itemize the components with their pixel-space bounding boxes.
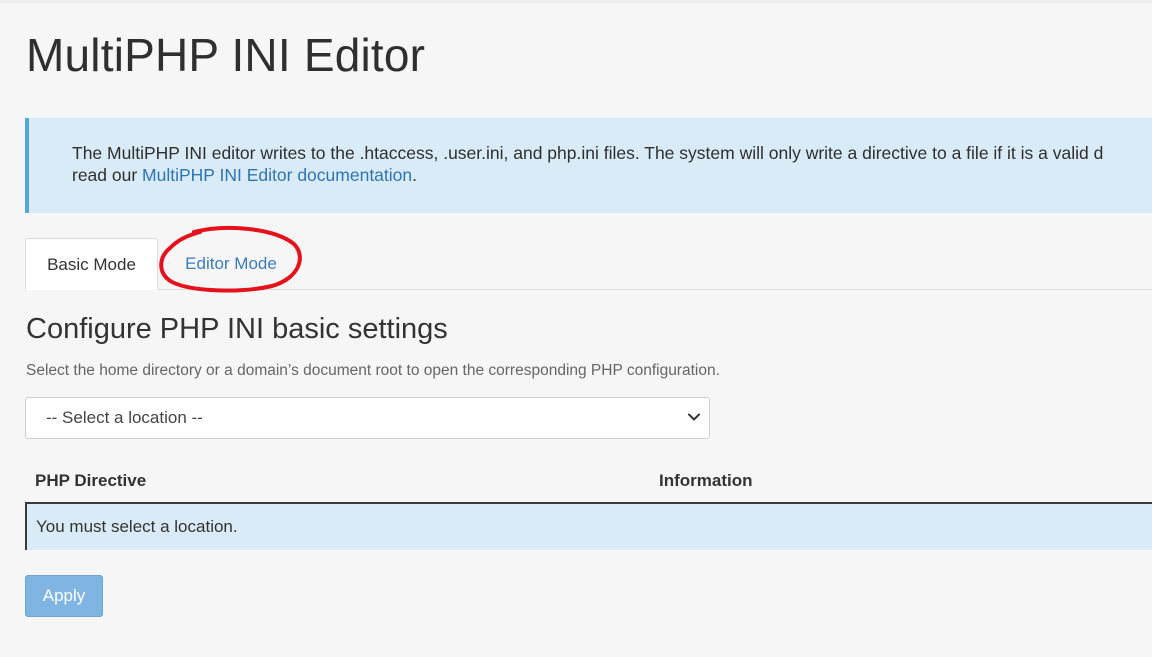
- documentation-link[interactable]: MultiPHP INI Editor documentation: [142, 165, 412, 185]
- top-border: [0, 0, 1152, 3]
- info-notice-suffix: .: [412, 165, 418, 185]
- mode-tabs: Basic Mode Editor Mode: [0, 238, 1152, 290]
- chevron-down-icon: [688, 413, 700, 421]
- location-select-value: -- Select a location --: [46, 408, 203, 427]
- column-header-information: Information: [659, 471, 753, 490]
- info-notice-line-1: The MultiPHP INI editor writes to the .h…: [72, 143, 1104, 163]
- apply-button[interactable]: Apply: [25, 575, 103, 617]
- section-description: Select the home directory or a domain’s …: [26, 362, 720, 379]
- empty-message: You must select a location.: [36, 517, 238, 536]
- section-title: Configure PHP INI basic settings: [26, 313, 448, 345]
- info-notice: The MultiPHP INI editor writes to the .h…: [25, 118, 1152, 213]
- tab-editor-mode[interactable]: Editor Mode: [165, 238, 297, 290]
- page-title: MultiPHP INI Editor: [26, 29, 426, 81]
- table-empty-row: You must select a location.: [25, 504, 1152, 550]
- info-notice-text: The MultiPHP INI editor writes to the .h…: [72, 142, 1152, 186]
- info-notice-line-2: read our MultiPHP INI Editor documentati…: [72, 164, 1152, 186]
- info-notice-prefix: read our: [72, 165, 143, 185]
- directives-table-header: PHP Directive Information: [25, 462, 1152, 504]
- column-header-php-directive: PHP Directive: [35, 471, 147, 490]
- tab-basic-mode[interactable]: Basic Mode: [25, 238, 158, 290]
- location-select[interactable]: -- Select a location --: [25, 397, 710, 439]
